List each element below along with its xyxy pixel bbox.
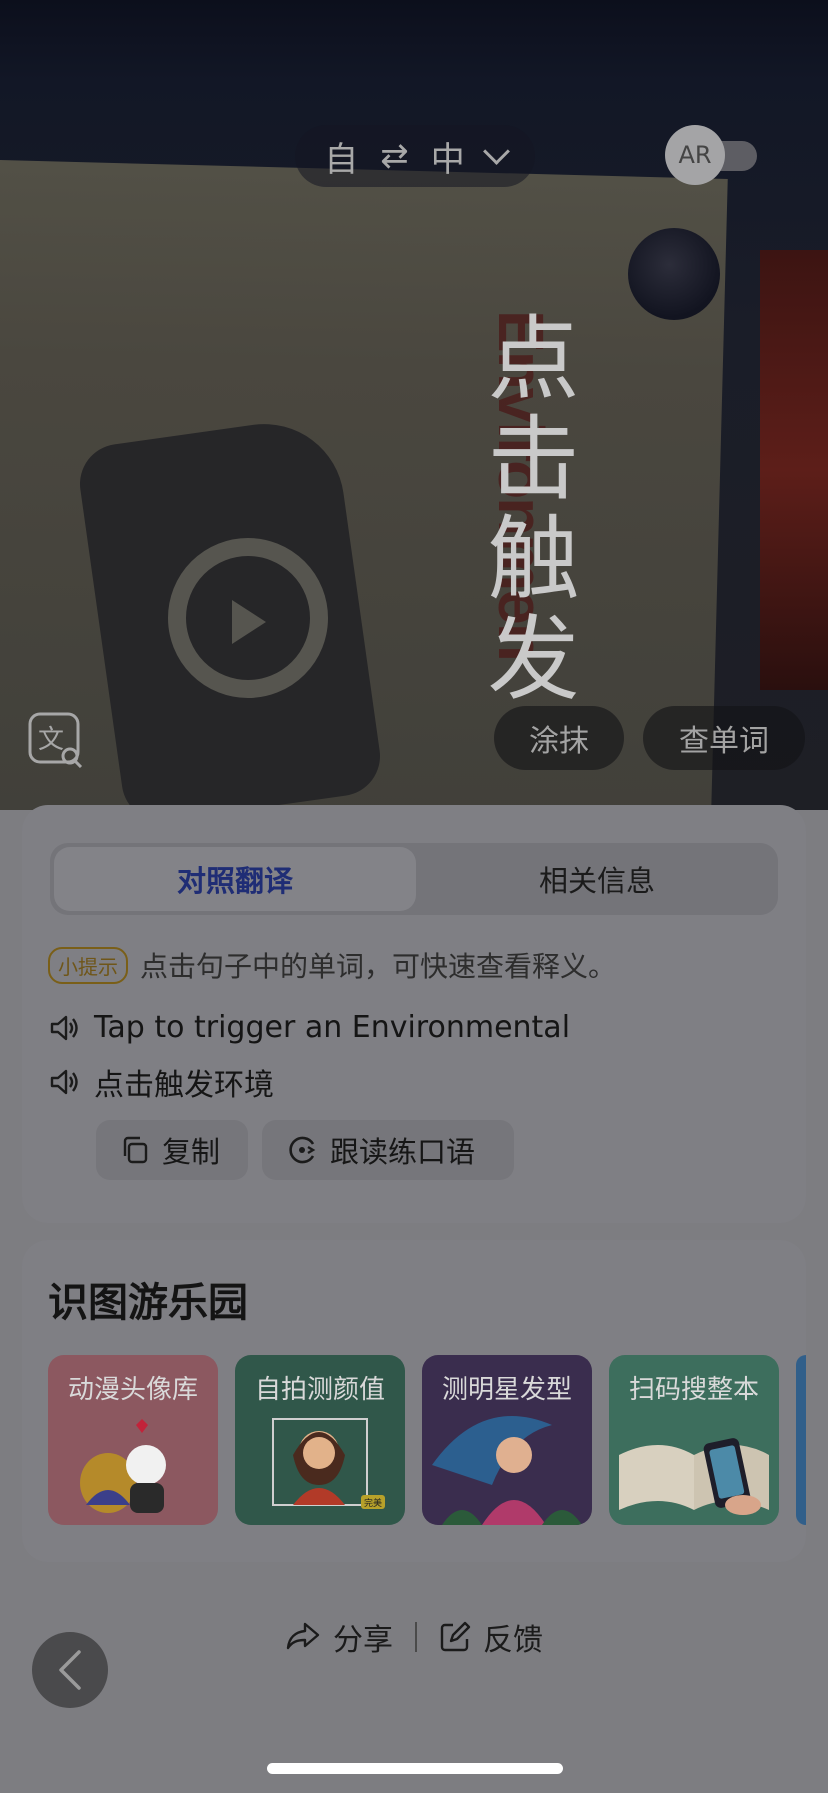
tile-anime-avatar[interactable]: 动漫头像库 bbox=[48, 1355, 218, 1525]
tile-selfie-score[interactable]: 自拍测颜值 完美 bbox=[235, 1355, 405, 1525]
copy-icon bbox=[123, 1136, 148, 1164]
chevron-down-icon[interactable] bbox=[482, 137, 510, 165]
home-indicator[interactable] bbox=[267, 1763, 563, 1774]
playground-card: 识图游乐园 动漫头像库 自拍测颜值 完美 测明星发型 扫码搜整本 bbox=[22, 1240, 806, 1562]
dark-knob bbox=[628, 228, 720, 320]
tile-label: 动漫头像库 bbox=[67, 1375, 198, 1405]
footer-divider bbox=[415, 1622, 417, 1652]
copy-label: 复制 bbox=[162, 1135, 221, 1169]
source-sentence-row[interactable]: Tap to trigger an Environmental bbox=[48, 1010, 570, 1045]
copy-button[interactable]: 复制 bbox=[96, 1120, 248, 1180]
package-play-mark bbox=[232, 600, 266, 644]
camera-preview[interactable]: Environmen 点击触发 自 ⇄ 中 AR 文 涂抹 查单词 bbox=[0, 0, 828, 810]
ar-toggle[interactable]: AR bbox=[665, 125, 761, 185]
language-switcher[interactable]: 自 ⇄ 中 bbox=[295, 125, 535, 187]
source-language[interactable]: 自 bbox=[324, 132, 358, 181]
speaker-icon[interactable] bbox=[48, 1066, 80, 1098]
translated-sentence-row[interactable]: 点击触发环境 bbox=[48, 1060, 274, 1104]
ar-toggle-knob[interactable]: AR bbox=[665, 125, 725, 185]
chevron-left-icon bbox=[59, 1650, 81, 1690]
lookup-word-button[interactable]: 查单词 bbox=[643, 706, 805, 770]
footer-actions: 分享 反馈 bbox=[0, 1612, 828, 1662]
tip-text: 点击句子中的单词，可快速查看释义。 bbox=[140, 950, 617, 983]
tile-label: 自拍测颜值 bbox=[254, 1375, 385, 1405]
share-label: 分享 bbox=[333, 1623, 393, 1658]
edit-icon bbox=[440, 1621, 471, 1652]
target-language[interactable]: 中 bbox=[431, 132, 465, 181]
tip-badge: 小提示 bbox=[48, 946, 128, 984]
red-object-edge bbox=[760, 250, 828, 690]
tile-scan-book[interactable]: 扫码搜整本 bbox=[609, 1355, 779, 1525]
swap-icon[interactable]: ⇄ bbox=[380, 136, 409, 176]
feedback-label: 反馈 bbox=[483, 1623, 543, 1658]
share-icon bbox=[286, 1622, 320, 1650]
playground-title: 识图游乐园 bbox=[48, 1280, 248, 1326]
follow-read-button[interactable]: 跟读练口语 bbox=[262, 1120, 514, 1180]
translation-tabs: 对照翻译 相关信息 bbox=[50, 843, 778, 915]
translation-card: 对照翻译 相关信息 小提示 点击句子中的单词，可快速查看释义。 Tap to t… bbox=[22, 805, 806, 1223]
tile-label: 测明星发型 bbox=[441, 1375, 572, 1405]
feedback-button[interactable]: 反馈 bbox=[439, 1615, 543, 1659]
share-button[interactable]: 分享 bbox=[285, 1615, 393, 1659]
speaker-icon[interactable] bbox=[48, 1012, 80, 1044]
text-scan-icon[interactable]: 文 bbox=[28, 712, 84, 769]
tip-row: 小提示 点击句子中的单词，可快速查看释义。 bbox=[48, 945, 616, 985]
perfect-badge: 完美 bbox=[364, 1497, 382, 1509]
tile-more-peek[interactable] bbox=[796, 1355, 806, 1525]
speak-practice-icon bbox=[289, 1136, 316, 1164]
tile-label: 扫码搜整本 bbox=[628, 1375, 759, 1405]
back-button[interactable] bbox=[32, 1632, 108, 1708]
tile-celebrity-hairstyle[interactable]: 测明星发型 bbox=[422, 1355, 592, 1525]
smear-button[interactable]: 涂抹 bbox=[494, 706, 624, 770]
tab-related-info[interactable]: 相关信息 bbox=[420, 847, 774, 911]
tab-compare-translation[interactable]: 对照翻译 bbox=[54, 847, 416, 911]
source-sentence[interactable]: Tap to trigger an Environmental bbox=[94, 1010, 570, 1045]
translated-sentence[interactable]: 点击触发环境 bbox=[94, 1060, 274, 1104]
svg-text:文: 文 bbox=[38, 725, 64, 755]
follow-read-label: 跟读练口语 bbox=[330, 1135, 476, 1169]
